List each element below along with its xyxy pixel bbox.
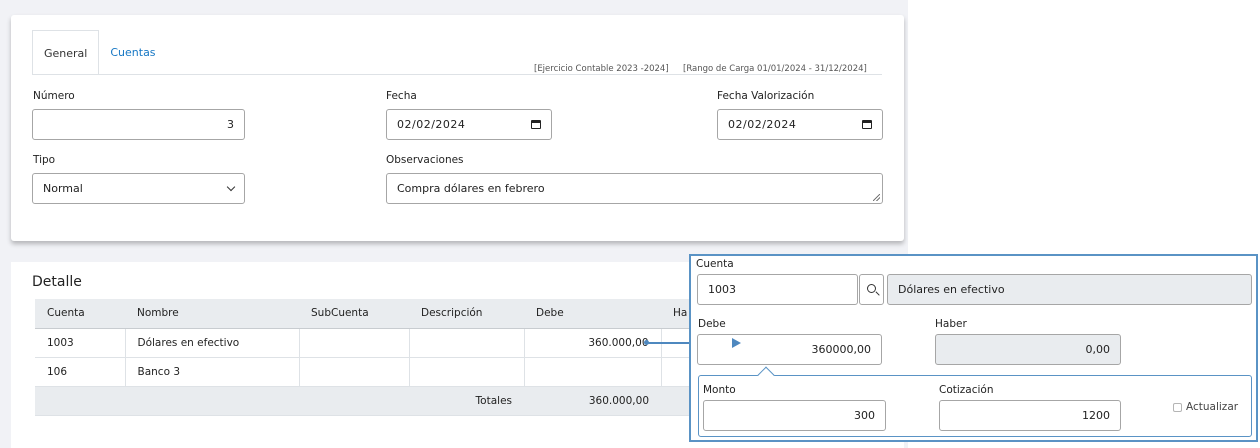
cell-cuenta[interactable]: 1003 xyxy=(35,328,126,358)
table-row[interactable]: 1003 Dólares en efectivo 360.000,00 xyxy=(35,328,702,358)
column-header-nombre: Nombre xyxy=(125,299,299,329)
fecha-input[interactable]: 02/02/2024 xyxy=(386,109,552,140)
search-button[interactable] xyxy=(859,274,884,305)
tipo-label: Tipo xyxy=(33,154,56,166)
calendar-icon[interactable] xyxy=(862,120,872,129)
cell-nombre[interactable]: Dólares en efectivo xyxy=(124,328,300,358)
cell-nombre[interactable]: Banco 3 xyxy=(124,357,300,387)
fecha-value: 02/02/2024 xyxy=(397,118,466,131)
ejercicio-contable-text: [Ejercicio Contable 2023 -2024] xyxy=(534,64,669,74)
column-header-debe: Debe xyxy=(524,299,661,329)
cell-cuenta[interactable]: 106 xyxy=(35,357,126,387)
calendar-icon[interactable] xyxy=(531,120,541,129)
tipo-select[interactable]: Normal xyxy=(32,173,245,204)
monto-input[interactable]: 300 xyxy=(703,400,886,431)
cuenta-value: 1003 xyxy=(708,283,736,296)
fecha-label: Fecha xyxy=(386,90,417,102)
cell-debe[interactable] xyxy=(523,357,662,387)
search-icon xyxy=(867,284,876,293)
cell-debe[interactable]: 360.000,00 xyxy=(523,328,662,358)
cotizacion-input[interactable]: 1200 xyxy=(939,400,1121,431)
numero-value: 3 xyxy=(227,118,234,131)
cuenta-input[interactable]: 1003 xyxy=(697,274,858,305)
table-row[interactable]: 106 Banco 3 xyxy=(35,357,702,387)
cuenta-edit-popup: Cuenta 1003 Dólares en efectivo Debe 360… xyxy=(689,254,1258,442)
actualizar-label: Actualizar xyxy=(1186,401,1239,413)
observaciones-textarea[interactable]: Compra dólares en febrero xyxy=(386,173,883,204)
resize-grip-icon[interactable] xyxy=(873,194,880,201)
fecha-valorizacion-input[interactable]: 02/02/2024 xyxy=(717,109,883,140)
detalle-title: Detalle xyxy=(32,274,82,290)
chevron-down-icon xyxy=(226,182,236,192)
tab-general[interactable]: General xyxy=(32,30,100,75)
column-header-descripcion: Descripción xyxy=(409,299,524,329)
numero-label: Número xyxy=(33,90,75,102)
cotizacion-label: Cotización xyxy=(939,384,994,396)
observaciones-value: Compra dólares en febrero xyxy=(397,182,545,195)
cell-subcuenta[interactable] xyxy=(298,357,410,387)
debe-input[interactable]: 360000,00 xyxy=(697,334,882,365)
cell-descripcion[interactable] xyxy=(408,328,525,358)
observaciones-label: Observaciones xyxy=(386,154,464,166)
totals-debe: 360.000,00 xyxy=(524,385,661,416)
tab-divider xyxy=(32,74,882,75)
numero-input[interactable]: 3 xyxy=(32,109,245,140)
cuenta-label: Cuenta xyxy=(696,258,734,270)
connector-dot xyxy=(644,340,649,345)
cuenta-nombre-value: Dólares en efectivo xyxy=(898,283,1005,296)
rango-carga-text: [Rango de Carga 01/01/2024 - 31/12/2024] xyxy=(683,64,867,74)
connector-arrow-head xyxy=(732,338,741,348)
tab-cuentas[interactable]: Cuentas xyxy=(99,30,166,75)
detalle-table: Cuenta Nombre SubCuenta Descripción Debe… xyxy=(35,299,702,416)
haber-input: 0,00 xyxy=(935,334,1121,365)
tab-bar: General Cuentas xyxy=(32,30,167,75)
column-header-cuenta: Cuenta xyxy=(35,299,125,329)
actualizar-checkbox[interactable] xyxy=(1173,403,1182,412)
haber-label: Haber xyxy=(935,318,967,330)
cotizacion-value: 1200 xyxy=(1082,409,1110,422)
debe-label: Debe xyxy=(698,318,726,330)
general-card: General Cuentas [Ejercicio Contable 2023… xyxy=(11,15,904,241)
monto-value: 300 xyxy=(854,409,875,422)
table-header-row: Cuenta Nombre SubCuenta Descripción Debe… xyxy=(35,299,701,329)
cell-descripcion[interactable] xyxy=(408,357,525,387)
column-header-subcuenta: SubCuenta xyxy=(299,299,409,329)
fecha-valorizacion-label: Fecha Valorización xyxy=(717,90,815,102)
tipo-value: Normal xyxy=(43,182,83,195)
totals-label: Totales xyxy=(35,385,524,416)
fecha-valorizacion-value: 02/02/2024 xyxy=(728,118,797,131)
debe-value: 360000,00 xyxy=(811,343,872,356)
totals-row: Totales 360.000,00 xyxy=(35,385,701,416)
cuenta-nombre-field: Dólares en efectivo xyxy=(887,274,1252,305)
haber-value: 0,00 xyxy=(1085,343,1111,356)
cell-subcuenta[interactable] xyxy=(298,328,410,358)
monto-label: Monto xyxy=(703,384,736,396)
